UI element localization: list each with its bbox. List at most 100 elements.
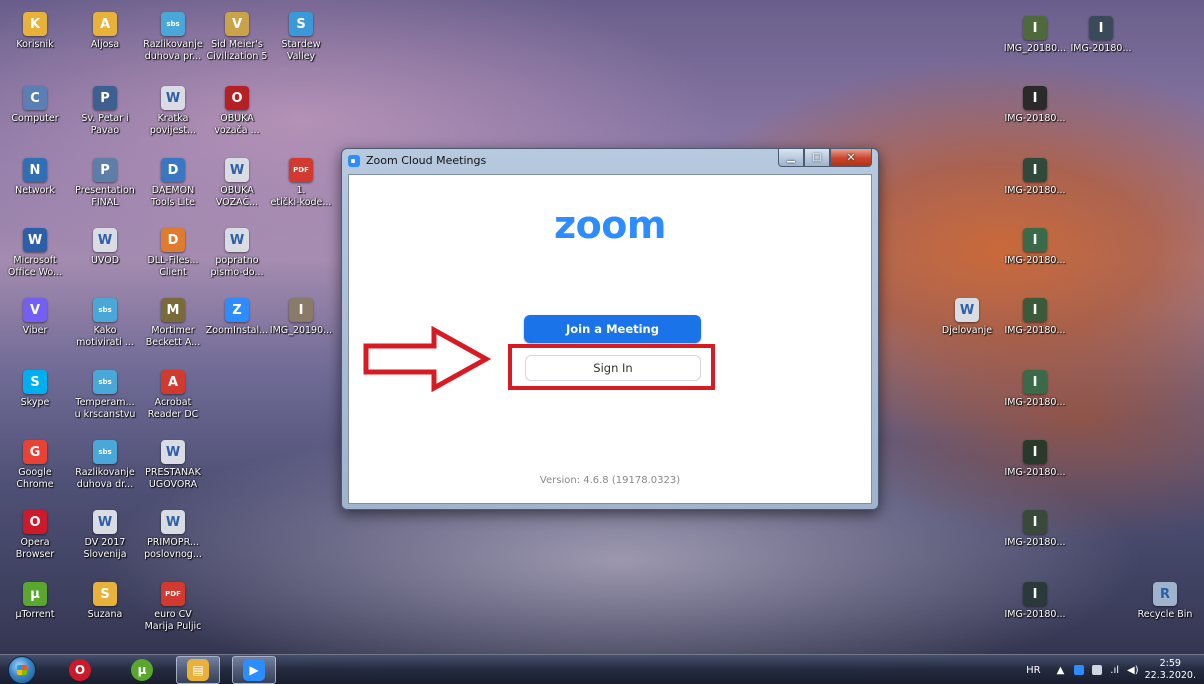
window-titlebar[interactable]: Zoom Cloud Meetings ▁ □ ✕ (342, 149, 878, 173)
desktop-icon-viber[interactable]: V Viber (0, 298, 70, 337)
desktop-icon-obuka1[interactable]: O OBUKA vozača ... (202, 86, 272, 137)
desktop-icon-label: Skype (20, 397, 50, 408)
desktop-icon-network[interactable]: N Network (0, 158, 70, 197)
desktop-icon-label: DV 2017 Slovenija (83, 537, 127, 560)
img_r4-icon: I (1023, 158, 1047, 182)
desktop-icon-popratno[interactable]: Wpopratno pismo-do... (202, 228, 272, 279)
eticki-icon: PDF (289, 158, 313, 182)
minimize-icon: ▁ (787, 152, 795, 163)
desktop-icon-label: Razlikovanje duhova pr... (143, 39, 203, 62)
language-indicator[interactable]: HR (1026, 665, 1040, 676)
network-signal-icon[interactable]: .ıl (1110, 665, 1119, 676)
zoom-tray-icon[interactable] (1074, 665, 1085, 675)
desktop-icon-label: Mortimer Beckett A... (145, 325, 201, 348)
temperam-icon: sbs (93, 370, 117, 394)
desktop-icon-label: Computer (11, 113, 59, 124)
desktop-icon-acrobat[interactable]: A Acrobat Reader DC (138, 370, 208, 421)
desktop-icon-img_r8[interactable]: I IMG-20180... (1000, 440, 1070, 479)
desktop-icon-label: UVOD (90, 255, 120, 266)
opera-icon: O (69, 659, 91, 681)
desktop-icon-computer[interactable]: C Computer (0, 86, 70, 125)
taskbar-utorrent-button[interactable]: µ (120, 656, 164, 684)
desktop-icon-recycle[interactable]: R Recycle Bin (1130, 582, 1200, 621)
zoom-app-icon (348, 155, 360, 167)
zoominstal-icon: Z (225, 298, 249, 322)
desktop-icon-img_r4[interactable]: I IMG-20180... (1000, 158, 1070, 197)
start-button[interactable] (6, 655, 38, 684)
power-icon[interactable] (1092, 665, 1103, 675)
desktop-icon-label: IMG-20180... (1070, 43, 1132, 54)
desktop-icon-mortimer[interactable]: M Mortimer Beckett A... (138, 298, 208, 349)
desktop-icon-primopr[interactable]: W PRIMOPR... poslovnog... (138, 510, 208, 561)
desktop-icon-label: OBUKA VOZAČ... (215, 185, 259, 208)
close-button[interactable]: ✕ (830, 149, 872, 167)
taskbar-opera-button[interactable]: O (58, 656, 102, 684)
desktop-icon-img_r5[interactable]: I IMG-20180... (1000, 228, 1070, 267)
volume-icon[interactable]: ◀) (1127, 665, 1139, 676)
desktop-icon-zoominstal[interactable]: Z ZoomInstal... (202, 298, 272, 337)
desktop-icon-img_r1[interactable]: I IMG_20180... (1000, 16, 1070, 55)
desktop-icon-skype[interactable]: S Skype (0, 370, 70, 409)
desktop-icon-label: Viber (22, 325, 48, 336)
razlikovanje1-icon: sbs (161, 12, 185, 36)
desktop-icon-temperam[interactable]: sbs Temperam... u krscanstvu (70, 370, 140, 421)
network-icon: N (23, 158, 47, 182)
desktop-icon-img_r7[interactable]: I IMG-20180... (1000, 370, 1070, 409)
desktop-icon-petar[interactable]: P Sv. Petar i Pavao (70, 86, 140, 137)
clock-time: 2:59 (1159, 658, 1181, 669)
zoom-logo: zoom (554, 203, 666, 247)
desktop-icon-opera[interactable]: O Opera Browser (0, 510, 70, 561)
desktop: K Korisnik A Aljosa sbs Razlikovanje duhova p… (0, 0, 1204, 654)
desktop-icon-razlikovanje1[interactable]: sbs Razlikovanje duhova pr... (138, 12, 208, 63)
desktop-icon-eticki[interactable]: PDF 1. etički-kode... (266, 158, 336, 209)
desktop-icon-dv2017[interactable]: W DV 2017 Slovenija (70, 510, 140, 561)
desktop-icon-img_r6[interactable]: I IMG-20180... (1000, 298, 1070, 337)
desktop-icon-img_r3[interactable]: I IMG-20180... (1000, 86, 1070, 125)
taskbar-zoom-button[interactable]: ▶ (232, 656, 276, 684)
desktop-icon-img_r2[interactable]: I IMG-20180... (1066, 16, 1136, 55)
desktop-icon-utorrent[interactable]: µ µTorrent (0, 582, 70, 621)
img2019-icon: I (289, 298, 313, 322)
maximize-icon: □ (812, 152, 822, 163)
desktop-icon-stardew[interactable]: S Stardew Valley (266, 12, 336, 63)
desktop-icon-aljosa[interactable]: A Aljosa (70, 12, 140, 51)
desktop-icon-dllfiles[interactable]: D DLL-Files... Client (138, 228, 208, 279)
desktop-icon-kratka[interactable]: W Kratka povijest... (138, 86, 208, 137)
clock[interactable]: 2:59 22.3.2020. (1145, 658, 1196, 682)
desktop-icon-suzana[interactable]: S Suzana (70, 582, 140, 621)
desktop-icon-chrome[interactable]: G Google Chrome (0, 440, 70, 491)
taskbar-explorer-button[interactable]: ▤ (176, 656, 220, 684)
show-hidden-icons-icon[interactable]: ▲ (1057, 665, 1065, 676)
desktop-icon-label: Network (15, 185, 55, 196)
desktop-icon-kako[interactable]: sbs Kako motivirati ... (70, 298, 140, 349)
desktop-icon-civ5[interactable]: V Sid Meier's Civilization 5 (202, 12, 272, 63)
kratka-icon: W (161, 86, 185, 110)
desktop-icon-prestanak[interactable]: W PRESTANAK UGOVORA (138, 440, 208, 491)
desktop-icon-label: Acrobat Reader DC (147, 397, 199, 420)
desktop-icon-label: Suzana (87, 609, 123, 620)
join-meeting-button[interactable]: Join a Meeting (524, 315, 701, 343)
daemon-icon: D (161, 158, 185, 182)
desktop-icon-msoffice[interactable]: W Microsoft Office Wo... (0, 228, 70, 279)
desktop-icon-img2019[interactable]: I IMG_20190... (266, 298, 336, 337)
stardew-icon: S (289, 12, 313, 36)
desktop-icon-djelovanje[interactable]: W Djelovanje (932, 298, 1002, 337)
desktop-icon-label: IMG_20180... (1003, 43, 1067, 54)
desktop-icon-presentation[interactable]: P Presentation FINAL (70, 158, 140, 209)
maximize-button[interactable]: □ (804, 149, 830, 167)
desktop-icon-img_r10[interactable]: I IMG-20180... (1000, 582, 1070, 621)
minimize-button[interactable]: ▁ (778, 149, 804, 167)
popratno-icon: W (225, 228, 249, 252)
desktop-icon-label: euro CV Marija Puljic (144, 609, 202, 632)
desktop-icon-label: Opera Browser (15, 537, 55, 560)
desktop-icon-uvod[interactable]: W UVOD (70, 228, 140, 267)
desktop-icon-label: DLL-Files... Client (147, 255, 199, 278)
desktop-icon-razlikovanje2[interactable]: sbs Razlikovanje duhova dr... (70, 440, 140, 491)
desktop-icon-img_r9[interactable]: I IMG-20180... (1000, 510, 1070, 549)
desktop-icon-label: Sv. Petar i Pavao (81, 113, 129, 136)
desktop-icon-korisnik[interactable]: K Korisnik (0, 12, 70, 51)
desktop-icon-daemon[interactable]: D DAEMON Tools Lite (138, 158, 208, 209)
desktop-icon-eurocv[interactable]: PDF euro CV Marija Puljic (138, 582, 208, 633)
desktop-icon-obuka2[interactable]: W OBUKA VOZAČ... (202, 158, 272, 209)
kako-icon: sbs (93, 298, 117, 322)
